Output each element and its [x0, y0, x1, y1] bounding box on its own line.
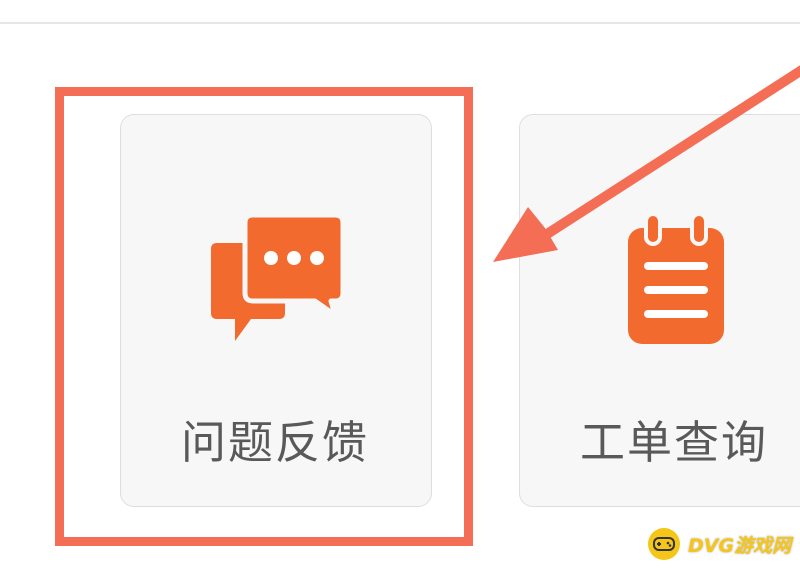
chat-bubbles-icon — [211, 215, 345, 341]
feedback-card[interactable]: 问题反馈 — [120, 114, 432, 507]
ticket-query-label: 工单查询 — [580, 416, 769, 469]
ticket-query-card[interactable]: 工单查询 — [519, 114, 800, 507]
watermark: DVG游戏网 — [648, 527, 791, 561]
gamepad-icon — [648, 528, 680, 560]
feedback-label: 问题反馈 — [181, 416, 370, 469]
top-divider — [0, 22, 800, 24]
notepad-icon — [628, 214, 724, 344]
watermark-text: DVG游戏网 — [688, 534, 792, 557]
